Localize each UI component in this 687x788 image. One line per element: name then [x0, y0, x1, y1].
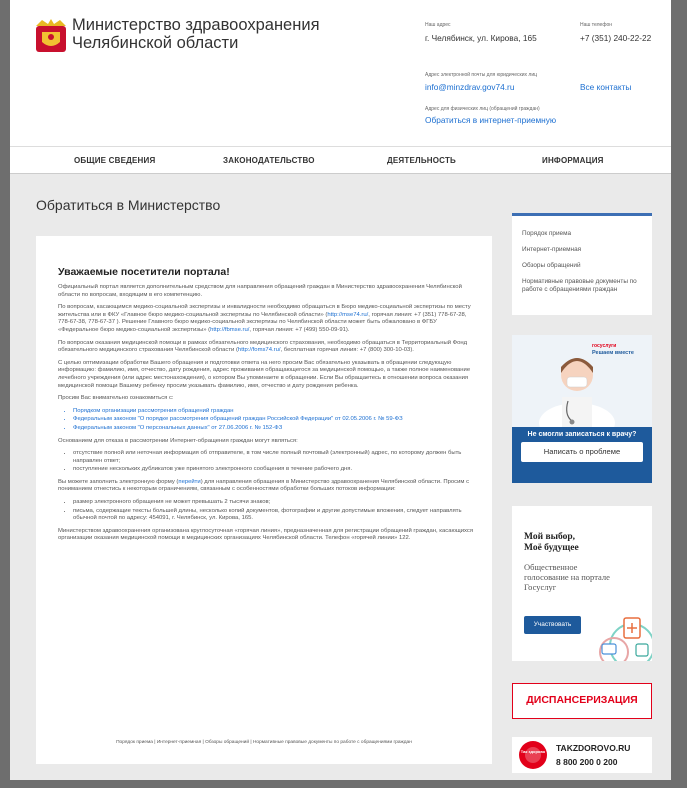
participate-button[interactable]: Участвовать: [524, 616, 581, 634]
refusal-list: отсутствие полной или неточная информаци…: [73, 450, 478, 474]
takzdorovo-logo-icon: [519, 741, 547, 769]
paragraph-foms: По вопросам оказания медицинской помощи …: [58, 339, 468, 354]
nav-item-information[interactable]: ИНФОРМАЦИЯ: [542, 156, 604, 165]
dispanserization-banner[interactable]: ДИСПАНСЕРИЗАЦИЯ: [512, 683, 652, 719]
takzdorovo-logo-text: Так здорово: [520, 749, 546, 754]
vote-illustration-icon: [599, 617, 652, 661]
foms74-link[interactable]: http://foms74.ru/: [238, 347, 281, 353]
form-go-link[interactable]: перейти: [178, 479, 200, 485]
content-heading: Уважаемые посетители портала!: [58, 266, 230, 278]
paragraph-mse: По вопросам, касающимся медико-социально…: [58, 304, 471, 333]
sidebar-menu: Порядок приема Интернет-приемная Обзоры …: [512, 213, 652, 315]
paragraph-form: Вы можете заполнить электронную форму (п…: [58, 478, 470, 493]
nav-item-activity[interactable]: ДЕЯТЕЛЬНОСТЬ: [387, 156, 456, 165]
takzdorovo-banner[interactable]: Так здорово TAKZDOROVO.RU 8 800 200 0 20…: [512, 737, 652, 773]
content-footer-links[interactable]: Порядок приема | Интернет-приемная | Обз…: [36, 740, 492, 745]
mse74-link[interactable]: http://mse74.ru/: [327, 312, 368, 318]
sidebar-item-regulations[interactable]: Нормативные правовые документы по работе…: [522, 278, 642, 295]
page-frame: Министерство здравоохранения Челябинской…: [10, 0, 671, 780]
reception-label: Адрес для физических лиц (обращений граж…: [425, 106, 540, 112]
page-title: Обратиться в Министерство: [36, 197, 221, 213]
doctor-banner[interactable]: госуслуги Решаем вместе Не смогли записа…: [512, 335, 652, 483]
nav-item-general[interactable]: ОБЩИЕ СВЕДЕНИЯ: [74, 156, 155, 165]
main-content: Уважаемые посетители портала! Официальны…: [36, 236, 492, 764]
paragraph-read-list: Просим Вас внимательно ознакомиться с:: [58, 395, 174, 402]
content-body: Официальный портал является дополнительн…: [58, 284, 478, 548]
list-item-procedure-link[interactable]: Порядком организации рассмотрения обраще…: [73, 408, 478, 416]
vote-title: Мой выбор, Моё будущее: [524, 532, 579, 553]
vote-banner[interactable]: Мой выбор, Моё будущее Общественное голо…: [512, 506, 652, 661]
paragraph-refusal: Основанием для отказа в рассмотрении Инт…: [58, 437, 298, 444]
org-name[interactable]: Министерство здравоохранения Челябинской…: [72, 16, 320, 52]
all-contacts-link[interactable]: Все контакты: [580, 82, 631, 92]
org-name-line1: Министерство здравоохранения: [72, 16, 320, 34]
nav-item-legislation[interactable]: ЗАКОНОДАТЕЛЬСТВО: [223, 156, 315, 165]
reception-link[interactable]: Обратиться в интернет-приемную: [425, 115, 556, 125]
fbmse-link[interactable]: http://fbmse.ru/: [210, 327, 249, 333]
doctor-banner-footer: Не смогли записаться к врачу? Написать о…: [512, 427, 652, 483]
email-link[interactable]: info@minzdrav.gov74.ru: [425, 82, 514, 92]
takzdorovo-site: TAKZDOROVO.RU: [556, 743, 631, 753]
vote-description: Общественное голосование на портале Госу…: [524, 562, 610, 592]
paragraph-info-request: С целью оптимизации обработки Вашего обр…: [58, 359, 471, 389]
list-item-law-152-link[interactable]: Федеральным законом "О персональных данн…: [73, 425, 478, 433]
list-item: размер электронного обращения не может п…: [73, 499, 478, 507]
email-label: Адрес электронной почты для юридических …: [425, 72, 537, 78]
list-item-law-59-link[interactable]: Федеральным законом "О порядке рассмотре…: [73, 416, 478, 424]
org-name-line2: Челябинской области: [72, 34, 239, 52]
list-item: отсутствие полной или неточная информаци…: [73, 450, 478, 465]
doctor-illustration-icon: [539, 358, 615, 429]
legal-links-list: Порядком организации рассмотрения обраще…: [73, 408, 478, 433]
write-problem-button[interactable]: Написать о проблеме: [521, 442, 643, 462]
doctor-question: Не смогли записаться к врачу?: [527, 431, 637, 438]
coat-of-arms-icon[interactable]: [34, 18, 68, 54]
paragraph-intro: Официальный портал является дополнительн…: [58, 284, 462, 298]
limits-list: размер электронного обращения не может п…: [73, 499, 478, 523]
list-item: письма, содержащие тексты большей длины,…: [73, 508, 478, 523]
sidebar-item-reception[interactable]: Интернет-приемная: [522, 246, 642, 254]
phone-label: Наш телефон: [580, 22, 612, 28]
phone-value[interactable]: +7 (351) 240-22-22: [580, 33, 651, 43]
takzdorovo-phone: 8 800 200 0 200: [556, 757, 618, 767]
sidebar-item-reviews[interactable]: Обзоры обращений: [522, 262, 642, 270]
address-label: Наш адрес: [425, 22, 451, 28]
main-nav: ОБЩИЕ СВЕДЕНИЯ ЗАКОНОДАТЕЛЬСТВО ДЕЯТЕЛЬН…: [10, 146, 671, 174]
paragraph-hotline: Министерством здравоохранения организова…: [58, 527, 474, 542]
list-item: поступление нескольких дубликатов уже пр…: [73, 466, 478, 474]
sidebar-item-order[interactable]: Порядок приема: [522, 230, 642, 238]
site-header: Министерство здравоохранения Челябинской…: [10, 0, 671, 146]
address-value: г. Челябинск, ул. Кирова, 165: [425, 33, 537, 43]
